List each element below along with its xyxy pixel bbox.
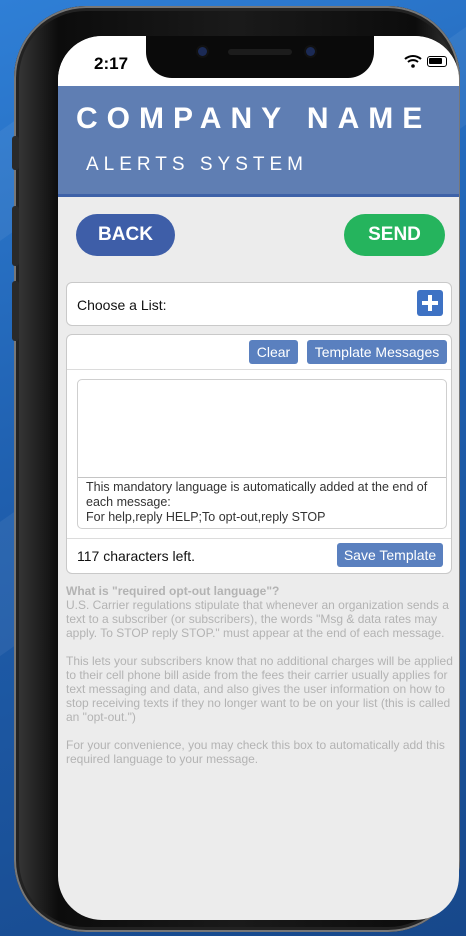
phone-side-button xyxy=(12,281,19,341)
mandatory-language-intro: This mandatory language is automatically… xyxy=(86,480,428,509)
plus-icon[interactable] xyxy=(417,290,443,316)
battery-icon xyxy=(427,55,447,67)
wifi-icon xyxy=(404,55,422,68)
info-paragraph-1: U.S. Carrier regulations stipulate that … xyxy=(66,598,449,640)
status-bar: 2:17 xyxy=(58,36,459,86)
list-picker-label: Choose a List: xyxy=(77,297,167,313)
opt-out-question: What is "required opt-out language"? xyxy=(66,584,280,598)
back-button[interactable]: BACK xyxy=(76,214,175,256)
front-camera xyxy=(198,47,207,56)
divider xyxy=(67,538,451,539)
characters-left: 117 characters left. xyxy=(77,548,196,564)
status-time: 2:17 xyxy=(94,54,129,73)
clear-button[interactable]: Clear xyxy=(249,340,298,364)
app-header: COMPANY NAME ALERTS SYSTEM xyxy=(58,86,459,197)
earpiece-speaker xyxy=(228,49,292,55)
opt-out-info: What is "required opt-out language"? U.S… xyxy=(66,584,454,780)
phone-side-button xyxy=(12,136,19,170)
send-button[interactable]: SEND xyxy=(344,214,445,256)
company-name: COMPANY NAME xyxy=(76,102,432,135)
info-paragraph-2: This lets your subscribers know that no … xyxy=(66,654,453,724)
save-template-button[interactable]: Save Template xyxy=(337,543,443,567)
phone-side-button xyxy=(12,206,19,266)
divider xyxy=(67,369,451,370)
phone-notch xyxy=(146,36,374,78)
list-picker[interactable]: Choose a List: xyxy=(66,282,452,326)
phone-screen: 2:17 COMPANY NAME ALERTS SYSTEM BACK SEN… xyxy=(58,36,459,920)
info-paragraph-3: For your convenience, you may check this… xyxy=(66,738,445,766)
phone-frame: 2:17 COMPANY NAME ALERTS SYSTEM BACK SEN… xyxy=(12,6,460,932)
message-textarea[interactable]: This mandatory language is automatically… xyxy=(77,379,447,529)
divider xyxy=(78,477,446,478)
status-icons xyxy=(404,54,447,68)
app-subtitle: ALERTS SYSTEM xyxy=(86,154,308,175)
sensor-dot xyxy=(306,47,315,56)
template-messages-button[interactable]: Template Messages xyxy=(307,340,447,364)
message-composer: Clear Template Messages This mandatory l… xyxy=(66,334,452,574)
mandatory-language-text: For help,reply HELP;To opt-out,reply STO… xyxy=(86,510,326,524)
mandatory-language: This mandatory language is automatically… xyxy=(86,480,444,525)
